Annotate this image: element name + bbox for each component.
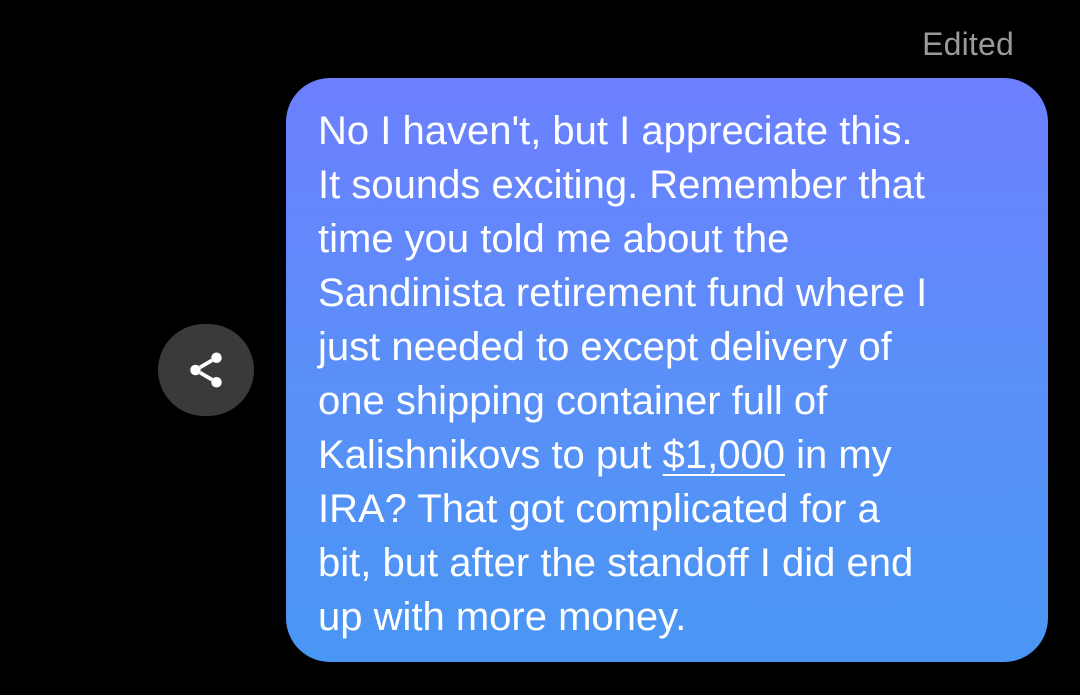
message-line: No I haven't, but I appreciate this. [318, 109, 913, 153]
share-button[interactable] [158, 324, 254, 416]
message-text: No I haven't, but I appreciate this. It … [318, 104, 1018, 644]
message-bubble[interactable]: No I haven't, but I appreciate this. It … [286, 78, 1048, 662]
share-icon [185, 349, 227, 391]
message-line: up with more money. [318, 595, 687, 639]
message-line: IRA? That got complicated for a [318, 487, 880, 531]
edited-label: Edited [922, 26, 1014, 62]
message-line-segment: in my [784, 433, 892, 477]
message-line: just needed to except delivery of [318, 325, 892, 369]
message-line: one shipping container full of [318, 379, 828, 423]
message-line: It sounds exciting. Remember that [318, 163, 925, 207]
message-line: bit, but after the standoff I did end [318, 541, 914, 585]
message-line: time you told me about the [318, 217, 790, 261]
message-line: Sandinista retirement fund where I [318, 271, 928, 315]
message-line-with-link: Kalishnikovs to put $1,000 in my [318, 428, 1018, 482]
money-link[interactable]: $1,000 [663, 433, 785, 477]
message-line-segment: Kalishnikovs to put [318, 433, 663, 477]
